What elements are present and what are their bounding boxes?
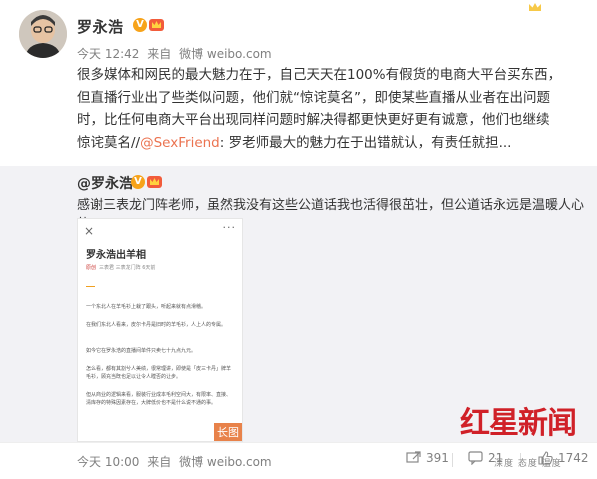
verified-badge-icon: V bbox=[131, 175, 145, 189]
retweet-meta: 今天 10:00 来自 微博 weibo.com bbox=[77, 453, 276, 470]
mention-link[interactable]: @SexFriend bbox=[140, 135, 220, 151]
post-text: 很多媒体和网民的最大魅力在于，自己天天在100%有假货的电商大平台买东西， 但直… bbox=[77, 64, 582, 154]
retweet-time[interactable]: 今天 10:00 bbox=[77, 455, 139, 469]
close-icon: × bbox=[84, 224, 95, 238]
author-avatar[interactable] bbox=[19, 10, 67, 58]
article-paragraph: 如今它在罗永浩的直播间单件只卖七十九点九元。 bbox=[86, 348, 197, 354]
post-text-line: 时，比任何电商大平台出现同样问题时解决得都更快更好更有诚意，他们也继续 bbox=[77, 112, 550, 128]
article-paragraph: 但从商业的逻辑来看，服装行业成本毛利空间大，有限率、直接、清库存的特殊因素存在，… bbox=[86, 392, 232, 406]
repost-icon bbox=[406, 451, 421, 463]
vip-crown-icon bbox=[147, 176, 162, 188]
post-from-label: 来自 bbox=[147, 47, 172, 61]
post-text-tail: : 罗老师最大的魅力在于出错就认，有责任就担... bbox=[219, 134, 512, 151]
post-source[interactable]: 微博 weibo.com bbox=[179, 47, 272, 61]
article-account: 三表龙门阵 bbox=[115, 265, 141, 271]
article-paragraph: 怎么看，都有其割兮人美绩，很常理讲，即使是「皮三卡丹」牌羊毛衫，顾充当既也足以让… bbox=[86, 366, 232, 380]
vip-crown-icon bbox=[149, 19, 164, 31]
article-source: 原创 三表君 三表龙门阵 6天前 bbox=[86, 264, 155, 271]
action-divider bbox=[452, 453, 453, 467]
repost-button[interactable]: 391 bbox=[406, 451, 449, 465]
crown-decoration-icon bbox=[529, 3, 541, 11]
post-text-segment: 惊诧莫名// bbox=[77, 134, 141, 151]
accent-divider bbox=[86, 286, 95, 287]
post-time[interactable]: 今天 12:42 bbox=[77, 47, 139, 61]
article-paragraph: 在我们东北人看来，皮尔卡丹是旧时的羊毛衫，人上人的专属。 bbox=[86, 322, 227, 328]
article-paragraph: 一个东北人在羊毛衫上栽了跟头，听起来就有点滑稽。 bbox=[86, 304, 207, 310]
article-date: 6天前 bbox=[142, 265, 156, 271]
post-text-line: 很多媒体和网民的最大魅力在于，自己天天在100%有假货的电商大平台买东西， bbox=[77, 67, 562, 83]
watermark-title: 红星新闻 bbox=[460, 406, 577, 441]
watermark-logo: 红星新闻 深度 态度 温度 bbox=[458, 398, 594, 476]
retweet-source[interactable]: 微博 weibo.com bbox=[179, 455, 272, 469]
long-image-tag: 长图 bbox=[214, 423, 242, 441]
post-text-line: 但直播行业出了些类似问题，他们就“惊诧莫名”，即使某些直播从业者在出问题 bbox=[77, 89, 550, 106]
post-meta: 今天 12:42 来自 微博 weibo.com bbox=[77, 45, 276, 62]
verified-badge-icon: V bbox=[133, 18, 147, 32]
original-tag: 原创 bbox=[86, 265, 97, 271]
weibo-post: 罗永浩 V 今天 12:42 来自 微博 weibo.com 很多媒体和网民的最… bbox=[0, 0, 597, 166]
article-title: 罗永浩出羊相 bbox=[86, 250, 146, 261]
repost-count: 391 bbox=[426, 451, 449, 465]
retweet-from-label: 来自 bbox=[147, 455, 172, 469]
long-image-thumbnail[interactable]: × ··· 罗永浩出羊相 原创 三表君 三表龙门阵 6天前 一个东北人在羊毛衫上栽… bbox=[77, 218, 243, 442]
watermark-slogan: 深度 态度 温度 bbox=[494, 459, 562, 469]
retweet-author[interactable]: @罗永浩 bbox=[77, 173, 133, 193]
article-author: 三表君 bbox=[99, 265, 115, 271]
post-text-line-last: 惊诧莫名//@SexFriend: 罗老师最大的魅力在于出错就认，有责任就担..… bbox=[77, 132, 582, 155]
author-name[interactable]: 罗永浩 bbox=[77, 16, 124, 37]
more-icon: ··· bbox=[222, 221, 236, 234]
